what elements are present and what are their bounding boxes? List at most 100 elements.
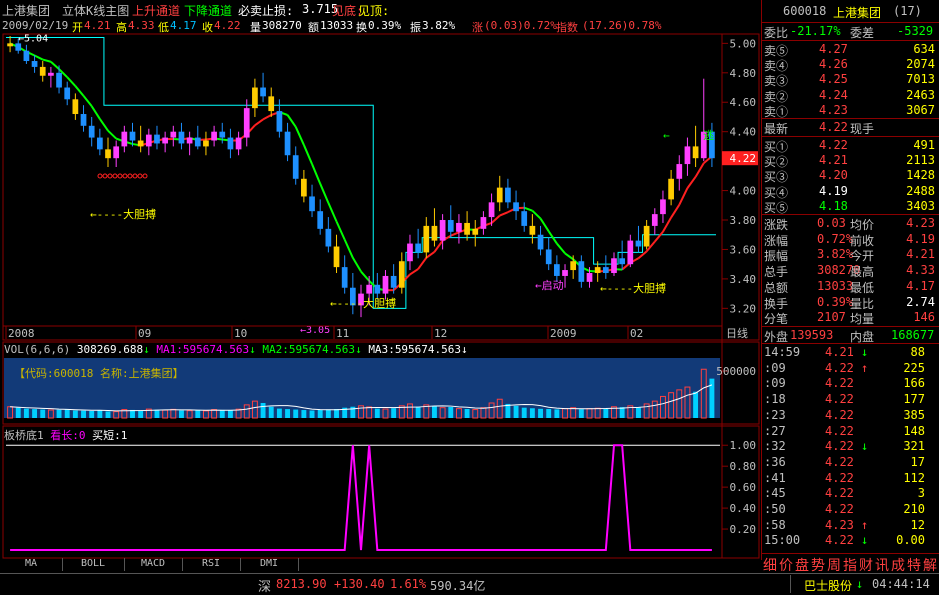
- stock-name-right: 上港集团: [833, 4, 881, 21]
- candle-body: [505, 188, 511, 203]
- candle-body: [521, 211, 527, 226]
- candle-body: [415, 244, 421, 253]
- tick-price: 4.22: [825, 471, 854, 485]
- tab-rsi[interactable]: RSI: [182, 558, 241, 571]
- candle-body: [660, 199, 666, 214]
- candle-body: [399, 261, 405, 287]
- volume-bar: [538, 409, 543, 418]
- stat-label: 均量: [850, 310, 874, 327]
- min-label: ←3.05: [300, 325, 330, 336]
- candle-body: [366, 285, 372, 294]
- volume-bar: [106, 411, 111, 418]
- footer-tab[interactable]: 讯: [875, 555, 889, 575]
- volume-bar: [261, 403, 266, 418]
- candle-body: [627, 241, 633, 265]
- volume-bar: [465, 409, 470, 418]
- stat-label: 今开: [850, 247, 874, 264]
- volume-bar: [546, 409, 551, 418]
- footer-tab[interactable]: 价: [779, 555, 793, 575]
- candle-body: [219, 132, 225, 138]
- tab-ma[interactable]: MA: [0, 558, 63, 571]
- tick-direction: ↑: [861, 518, 868, 532]
- sep-8: [761, 553, 939, 554]
- tab-macd[interactable]: MACD: [124, 558, 183, 571]
- stat-value: 3.82%: [817, 247, 853, 261]
- ind-tick-label: 0.60: [730, 481, 757, 494]
- volume-bar: [522, 408, 527, 418]
- tick-volume: 112: [903, 471, 925, 485]
- ma2-label: MA2: [262, 343, 282, 356]
- tick-time: :41: [764, 471, 786, 485]
- tick-price: 4.22: [825, 486, 854, 500]
- footer-tab[interactable]: 特: [907, 555, 921, 575]
- tick-row: :234.22385: [761, 408, 939, 423]
- indicator-panel: 1.000.800.600.400.20: [6, 439, 756, 550]
- candle-body: [668, 179, 674, 200]
- ma-line-segment: [100, 119, 108, 131]
- footer-tab[interactable]: 盘: [795, 555, 809, 575]
- tick-volume: 0.00: [896, 533, 925, 547]
- candle-body: [611, 258, 617, 273]
- stat-row: 总手308270最高4.33: [761, 263, 939, 278]
- stat-value: 4.33: [906, 263, 935, 277]
- footer-tab[interactable]: 成: [891, 555, 905, 575]
- index-pct: 1.61%: [390, 577, 426, 591]
- annotation-dadanbo-3: ←----大胆搏: [600, 281, 666, 295]
- tab-dmi[interactable]: DMI: [240, 558, 299, 571]
- ma3-value: 595674.563: [395, 343, 461, 356]
- footer-tab[interactable]: 细: [763, 555, 777, 575]
- volume-bar: [228, 411, 233, 419]
- buy-level-price: 4.18: [819, 199, 848, 213]
- footer-tab[interactable]: 财: [859, 555, 873, 575]
- volume-bar: [155, 410, 160, 418]
- stat-row: 分笔2107均量146: [761, 310, 939, 325]
- candle-body: [676, 164, 682, 179]
- tick-row: :184.22177: [761, 392, 939, 407]
- volume-bar: [514, 406, 519, 418]
- stat-value: 146: [913, 310, 935, 324]
- footer-tab[interactable]: 指: [843, 555, 857, 575]
- buy-level-row: 买②4.212113: [761, 153, 939, 168]
- candle-body: [97, 138, 103, 150]
- tick-row: :094.22166: [761, 376, 939, 391]
- signal-circle: [128, 174, 132, 178]
- ma3-label: MA3: [368, 343, 388, 356]
- volume-bar: [554, 409, 559, 418]
- sell-level-volume: 3067: [906, 103, 935, 117]
- candle-body: [472, 229, 478, 235]
- candle-body: [179, 132, 185, 144]
- scroll-stock[interactable]: 巴士股份: [804, 577, 852, 594]
- y-tick-label: 4.40: [730, 126, 757, 139]
- last-row: 最新 4.22 现手: [761, 120, 939, 135]
- volume-bar: [334, 409, 339, 418]
- index-amount: 590.34亿: [430, 577, 485, 594]
- candle-body: [211, 132, 217, 141]
- volume-bar: [24, 409, 29, 418]
- tick-volume: 177: [903, 392, 925, 406]
- tick-volume: 385: [903, 408, 925, 422]
- sell-level-volume: 634: [913, 42, 935, 56]
- volume-bar: [432, 406, 437, 418]
- volume-bar: [89, 411, 94, 418]
- ma-line-segment: [671, 205, 679, 218]
- wei-bi-value: -21.17%: [790, 24, 841, 38]
- ma-line-segment: [337, 221, 345, 239]
- candle-body: [260, 88, 266, 97]
- stat-value: 4.19: [906, 232, 935, 246]
- tick-row: :324.22↓321: [761, 439, 939, 454]
- candle-body: [432, 226, 438, 241]
- ma-line-segment: [92, 106, 100, 119]
- footer-tab[interactable]: 周: [827, 555, 841, 575]
- ma-line-segment: [67, 77, 75, 86]
- footer-tab[interactable]: 势: [811, 555, 825, 575]
- stat-row: 涨跌0.03均价4.23: [761, 216, 939, 231]
- footer-tab[interactable]: 解: [923, 555, 937, 575]
- candle-body: [121, 132, 127, 147]
- status-divider: [790, 575, 791, 593]
- tick-direction: ↓: [861, 533, 868, 547]
- tab-boll[interactable]: BOLL: [62, 558, 125, 571]
- sell-level-row: 卖②4.242463: [761, 88, 939, 103]
- volume-bar: [375, 409, 380, 418]
- chart-area[interactable]: 5.004.804.604.404.204.003.803.603.403.20…: [0, 0, 761, 572]
- volume-bar: [138, 411, 143, 419]
